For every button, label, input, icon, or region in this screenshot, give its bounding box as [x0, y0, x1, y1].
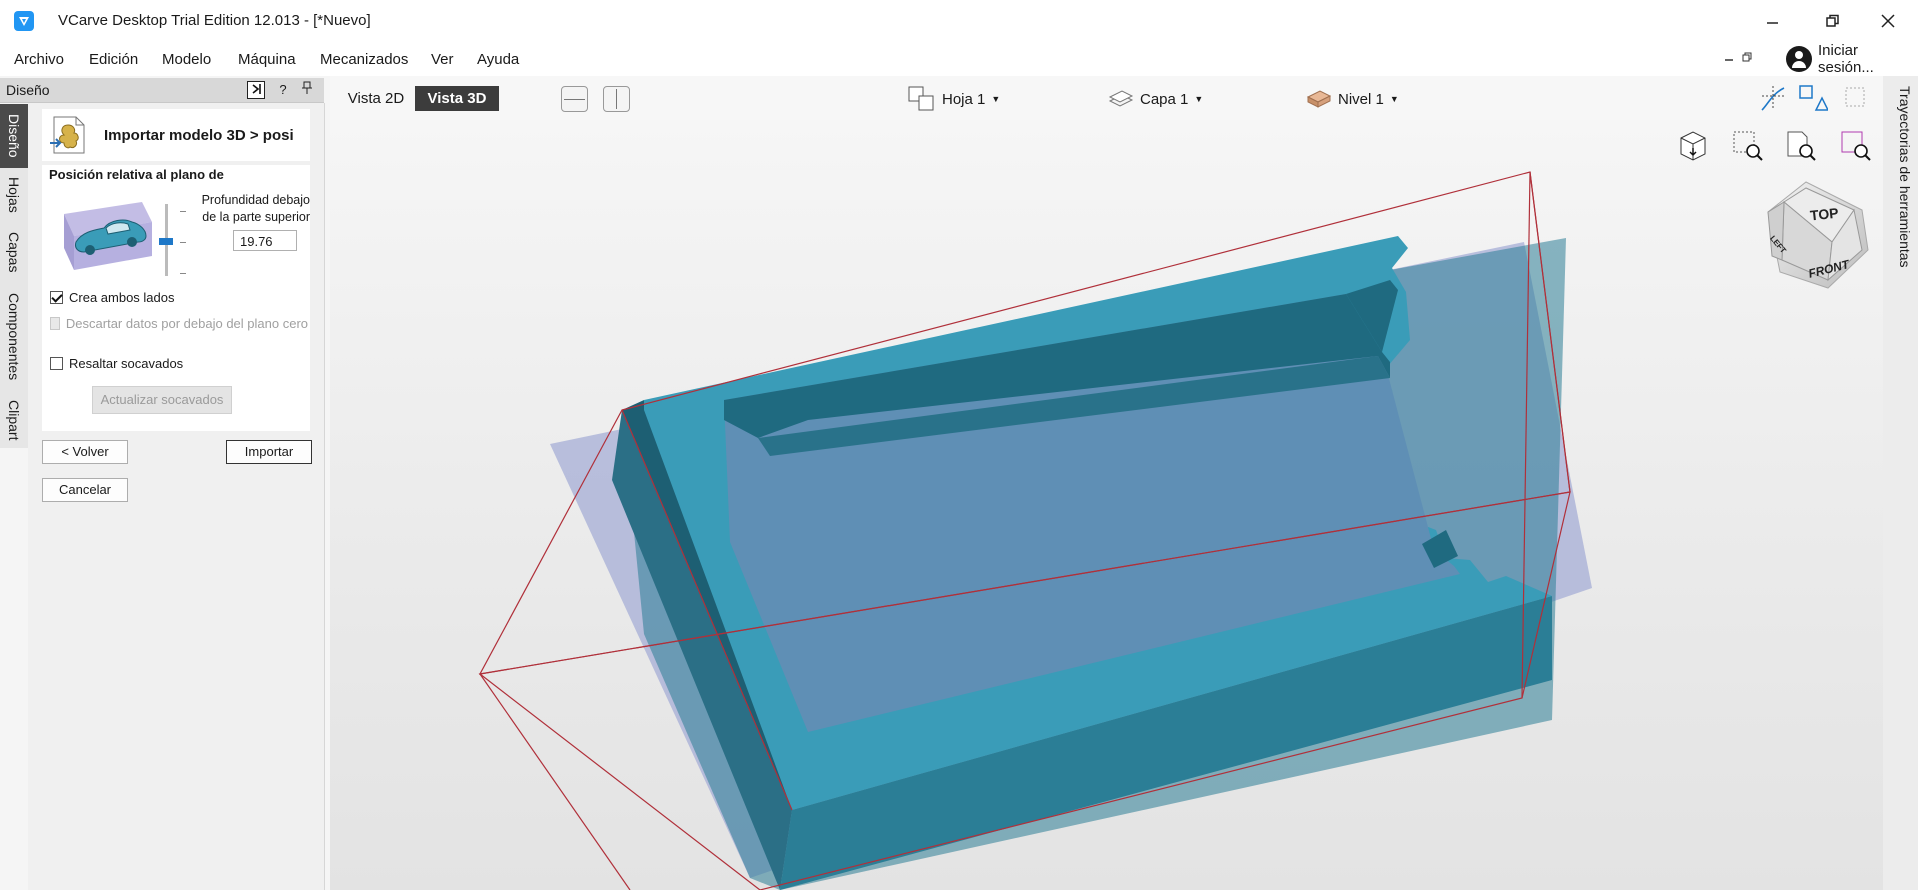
restore-icon[interactable] — [1813, 8, 1853, 34]
pin-icon[interactable] — [298, 81, 316, 99]
import-button[interactable]: Importar — [226, 440, 312, 464]
panel-title: Importar modelo 3D > posi — [104, 127, 294, 144]
car-preview-image — [60, 192, 156, 276]
depth-label: Profundidad debajo de la parte superior — [201, 193, 310, 224]
tab-componentes[interactable]: Componentes — [0, 282, 28, 392]
split-horizontal-icon[interactable] — [561, 86, 588, 112]
layer-label: Capa 1 — [1140, 90, 1189, 108]
discard-below-checkbox — [50, 317, 60, 330]
menu-edicion[interactable]: Edición — [89, 51, 138, 68]
sheet-icon — [908, 86, 934, 111]
app-logo-icon — [14, 11, 34, 31]
panel-header: Diseño ? — [0, 78, 324, 103]
signin-label: Iniciar sesión... — [1817, 42, 1874, 76]
import-model-icon — [46, 113, 90, 157]
tab-diseno[interactable]: Diseño — [0, 104, 28, 168]
vector-shapes-icon[interactable] — [1798, 84, 1830, 117]
close-icon[interactable] — [1868, 8, 1908, 34]
level-icon — [1306, 90, 1332, 108]
help-icon[interactable]: ? — [274, 81, 292, 99]
level-label: Nivel 1 — [1338, 90, 1384, 108]
panel-header-label: Diseño — [6, 82, 50, 98]
signin-button[interactable]: Iniciar sesión... — [1786, 42, 1918, 76]
collapse-panel-icon[interactable] — [247, 81, 265, 99]
menu-ayuda[interactable]: Ayuda — [477, 51, 519, 68]
menu-mecanizados[interactable]: Mecanizados — [320, 51, 408, 68]
window-title: VCarve Desktop Trial Edition 12.013 - [*… — [58, 12, 371, 29]
tab-vista-2d[interactable]: Vista 2D — [337, 86, 415, 111]
create-both-sides-checkbox[interactable] — [50, 291, 63, 304]
mdi-minimize-icon[interactable] — [1724, 52, 1734, 65]
depth-input[interactable]: 19.76 — [233, 230, 297, 251]
toolpath-preview-icon[interactable] — [1758, 84, 1788, 117]
layer-dropdown[interactable]: Capa 1 ▼ — [1108, 86, 1203, 112]
tab-hojas[interactable]: Hojas — [0, 168, 28, 222]
depth-slider-thumb[interactable] — [159, 238, 173, 245]
menu-archivo[interactable]: Archivo — [14, 51, 64, 68]
tab-clipart[interactable]: Clipart — [0, 392, 28, 448]
slider-tick — [180, 242, 186, 243]
minimize-icon[interactable] — [1753, 8, 1793, 34]
user-avatar-icon — [1786, 46, 1812, 72]
menu-ver[interactable]: Ver — [431, 51, 454, 68]
menu-modelo[interactable]: Modelo — [162, 51, 211, 68]
level-dropdown[interactable]: Nivel 1 ▼ — [1306, 86, 1399, 112]
create-both-sides-row[interactable]: Crea ambos lados — [50, 290, 175, 305]
layer-icon — [1108, 90, 1134, 107]
bounding-box-icon[interactable] — [1842, 84, 1870, 115]
panel-title-box: Importar modelo 3D > posi — [42, 109, 310, 161]
back-button[interactable]: < Volver — [42, 440, 128, 464]
3d-model-render[interactable] — [330, 120, 1883, 890]
discard-below-label: Descartar datos por debajo del plano cer… — [65, 316, 308, 331]
toolpaths-tab-label[interactable]: Trayectorias de herramientas — [1885, 86, 1913, 268]
sheet-dropdown[interactable]: Hoja 1 ▼ — [908, 86, 1000, 112]
highlight-undercuts-checkbox[interactable] — [50, 357, 63, 370]
left-side-tabs: Diseño Hojas Capas Componentes Clipart — [0, 104, 28, 448]
menu-bar: Archivo Edición Modelo Máquina Mecanizad… — [0, 42, 1918, 76]
discard-below-row: Descartar datos por debajo del plano cer… — [50, 316, 308, 331]
section-label: Posición relativa al plano de — [49, 167, 224, 182]
update-undercuts-button: Actualizar socavados — [92, 386, 232, 414]
tab-capas[interactable]: Capas — [0, 222, 28, 282]
tab-vista-3d[interactable]: Vista 3D — [415, 86, 499, 111]
mdi-restore-icon[interactable] — [1742, 52, 1752, 65]
create-both-sides-label: Crea ambos lados — [69, 290, 175, 305]
title-bar: VCarve Desktop Trial Edition 12.013 - [*… — [0, 0, 1918, 42]
sheet-label: Hoja 1 — [942, 90, 986, 108]
split-vertical-icon[interactable] — [603, 86, 630, 112]
chevron-down-icon: ▼ — [1194, 94, 1204, 104]
cancel-button[interactable]: Cancelar — [42, 478, 128, 502]
slider-tick — [180, 211, 186, 212]
highlight-undercuts-label: Resaltar socavados — [69, 356, 184, 371]
chevron-down-icon: ▼ — [991, 94, 1001, 104]
menu-maquina[interactable]: Máquina — [238, 51, 296, 68]
highlight-undercuts-row[interactable]: Resaltar socavados — [50, 356, 183, 371]
chevron-down-icon: ▼ — [1389, 94, 1399, 104]
slider-tick — [180, 273, 186, 274]
